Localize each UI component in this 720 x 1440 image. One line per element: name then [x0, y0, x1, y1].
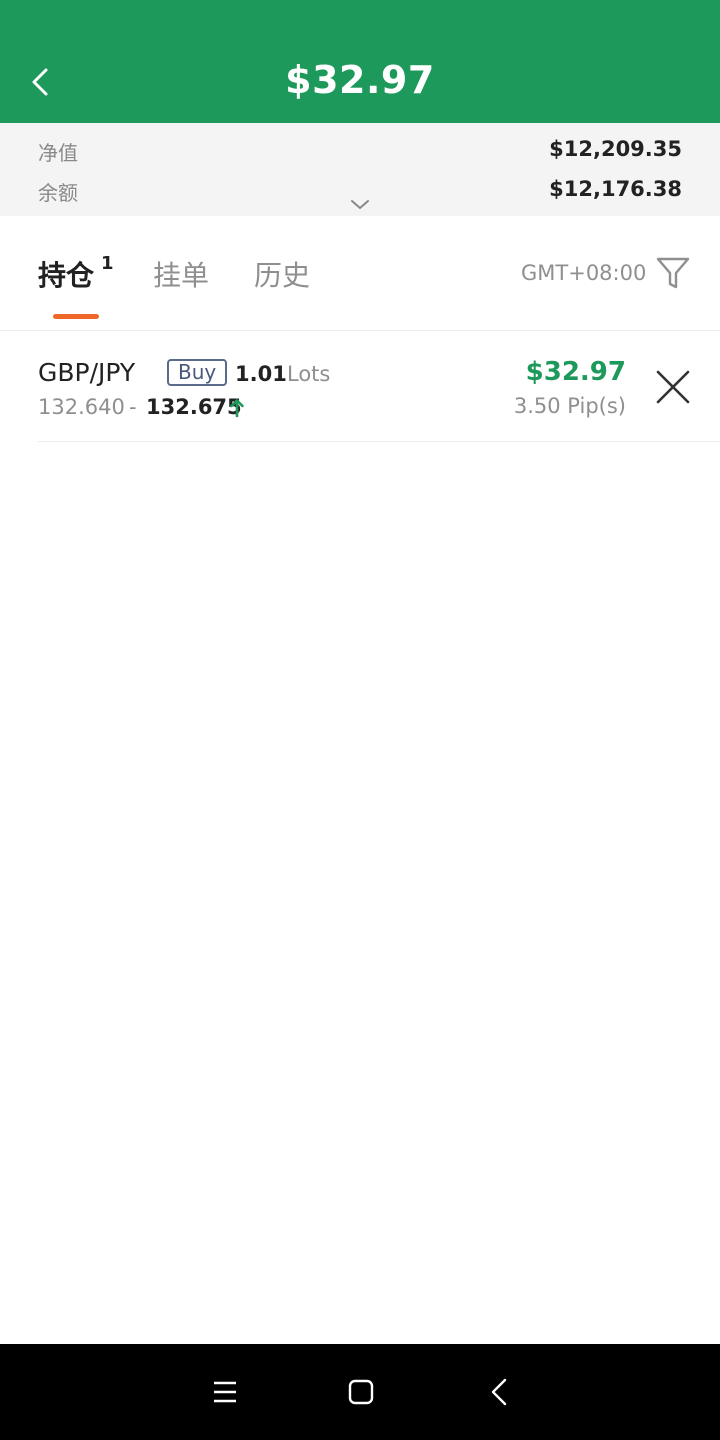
status-bar	[0, 0, 720, 44]
position-item[interactable]: GBP/JPY Buy 1.01 Lots 132.640 - 132.675 …	[38, 331, 720, 442]
tab-history[interactable]: 历史	[254, 254, 310, 294]
balance-value: $12,176.38	[549, 177, 682, 201]
price-separator: -	[129, 395, 137, 419]
lots-unit: Lots	[287, 362, 331, 386]
equity-label: 净值	[38, 141, 78, 165]
active-tab-indicator	[53, 314, 99, 319]
side-badge: Buy	[167, 359, 228, 386]
open-price: 132.640	[38, 395, 125, 419]
account-summary: 净值 $12,209.35 余额 $12,176.38	[0, 123, 720, 216]
equity-row: 净值 $12,209.35	[38, 137, 682, 173]
menu-icon[interactable]	[207, 1374, 243, 1410]
equity-value: $12,209.35	[549, 137, 682, 161]
order-tabs: 持仓 1 挂单 历史 GMT+08:00	[0, 216, 720, 331]
tab-pending[interactable]: 挂单	[153, 254, 209, 294]
current-price: 132.675	[146, 395, 242, 419]
balance-label: 余额	[38, 181, 78, 205]
chevron-down-icon[interactable]	[348, 196, 372, 212]
position-profit: $32.97	[525, 357, 626, 387]
positions-count-badge: 1	[101, 253, 114, 274]
close-icon[interactable]	[652, 366, 694, 408]
position-symbol: GBP/JPY	[38, 358, 136, 387]
page-title: $32.97	[285, 58, 435, 102]
up-arrow-icon	[230, 399, 244, 418]
timezone-label[interactable]: GMT+08:00	[521, 261, 646, 285]
filter-icon[interactable]	[654, 254, 692, 292]
system-nav-bar	[0, 1344, 720, 1440]
tab-positions[interactable]: 持仓	[38, 254, 94, 294]
nav-back-icon[interactable]	[482, 1374, 518, 1410]
position-pips: 3.50 Pip(s)	[513, 394, 626, 418]
lots-value: 1.01	[235, 362, 287, 386]
app-header: $32.97	[0, 44, 720, 123]
home-icon[interactable]	[343, 1374, 379, 1410]
